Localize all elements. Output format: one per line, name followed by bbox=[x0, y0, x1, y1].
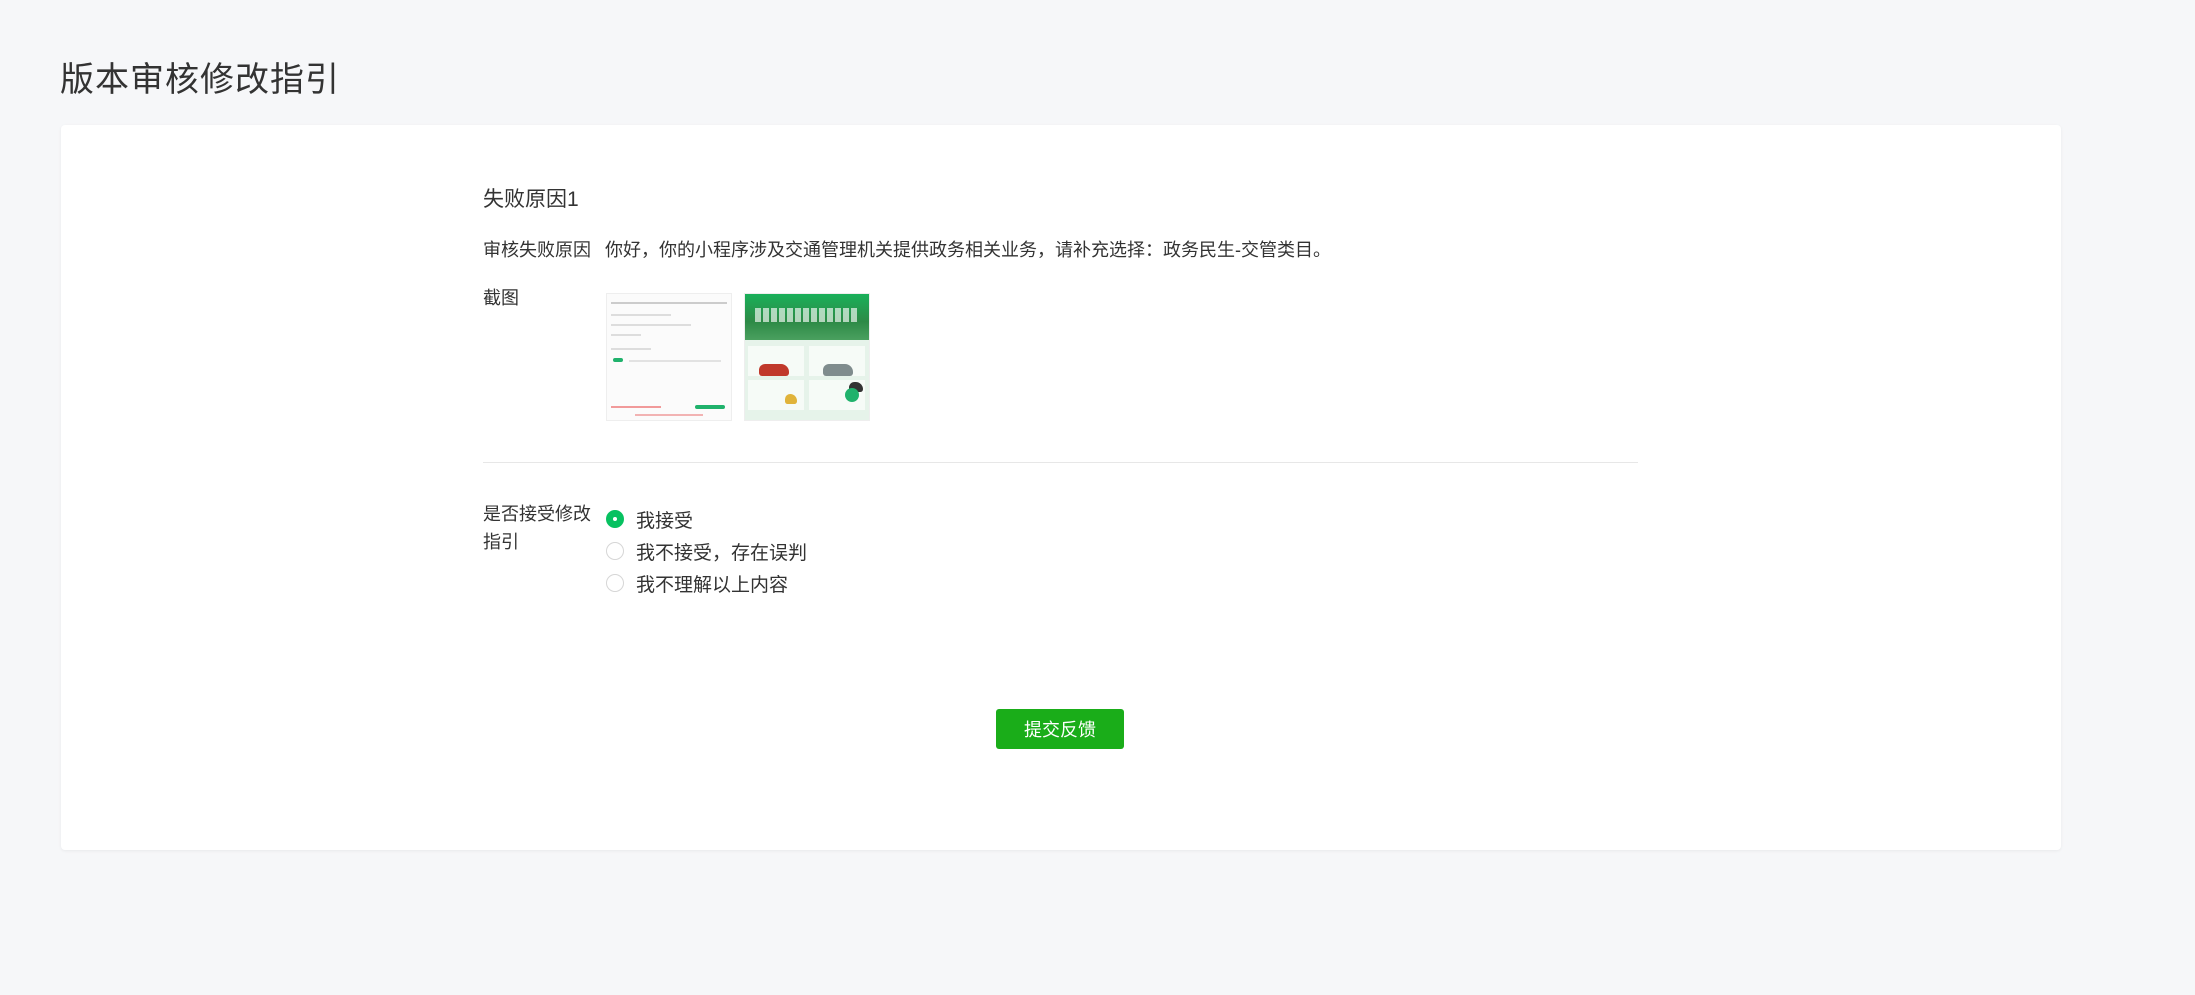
radio-unchecked-icon[interactable] bbox=[606, 574, 624, 592]
screenshot-gallery bbox=[606, 293, 870, 421]
review-card: 失败原因1 审核失败原因 你好，你的小程序涉及交通管理机关提供政务相关业务，请补… bbox=[61, 125, 2061, 850]
reason-text: 你好，你的小程序涉及交通管理机关提供政务相关业务，请补充选择：政务民生-交管类目… bbox=[605, 240, 1331, 260]
accept-options: 我接受 我不接受，存在误判 我不理解以上内容 bbox=[606, 503, 807, 599]
option-label: 我不接受，存在误判 bbox=[636, 542, 808, 564]
failure-section-title: 失败原因1 bbox=[483, 188, 579, 211]
submit-feedback-button[interactable]: 提交反馈 bbox=[996, 709, 1124, 749]
reason-label: 审核失败原因 bbox=[483, 240, 591, 260]
option-reject-misjudged[interactable]: 我不接受，存在误判 bbox=[606, 535, 807, 567]
screenshot-thumbnail[interactable] bbox=[744, 293, 870, 421]
accept-question-label: 是否接受修改指引 bbox=[483, 504, 591, 552]
option-not-understand[interactable]: 我不理解以上内容 bbox=[606, 567, 807, 599]
section-divider bbox=[483, 462, 1638, 463]
option-label: 我不理解以上内容 bbox=[636, 574, 789, 596]
screenshot-label: 截图 bbox=[483, 288, 519, 308]
option-label: 我接受 bbox=[636, 510, 694, 532]
option-accept[interactable]: 我接受 bbox=[606, 503, 807, 535]
radio-unchecked-icon[interactable] bbox=[606, 542, 624, 560]
screenshot-thumbnail[interactable] bbox=[606, 293, 732, 421]
page-title: 版本审核修改指引 bbox=[60, 61, 340, 99]
radio-checked-icon[interactable] bbox=[606, 510, 624, 528]
